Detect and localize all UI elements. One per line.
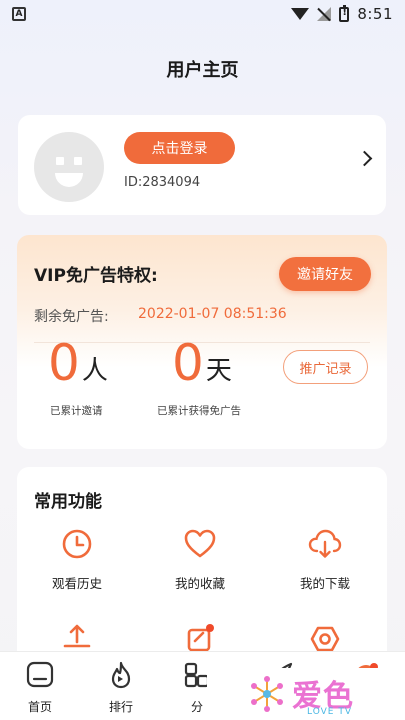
avatar-eye-left <box>56 157 64 165</box>
watermark-subtext: LOVE TV <box>307 707 352 717</box>
avatar-eye-right <box>74 157 82 165</box>
app-notification-icon: A <box>12 7 26 21</box>
flame-icon <box>111 661 131 689</box>
clock-icon <box>62 529 92 559</box>
avatar-mouth <box>55 173 83 187</box>
status-time: 8:51 <box>357 5 393 23</box>
section-title: 常用功能 <box>34 492 102 512</box>
user-id: ID:2834094 <box>124 175 201 190</box>
invited-label: 已累计邀请 <box>50 405 103 417</box>
snowflake-logo-icon <box>251 676 283 712</box>
watch-history-label: 观看历史 <box>51 576 102 591</box>
no-signal-icon <box>317 7 332 21</box>
vip-title: VIP免广告特权: <box>34 266 158 286</box>
avatar[interactable] <box>34 132 104 202</box>
invited-stat: 0 人 <box>48 333 108 393</box>
ad-free-remaining-label: 剩余免广告: <box>34 309 109 325</box>
login-button[interactable]: 点击登录 <box>124 132 235 164</box>
ad-free-remaining-value: 2022-01-07 08:51:36 <box>138 306 287 322</box>
cloud-download-icon <box>308 529 342 558</box>
watch-history-item[interactable]: 观看历史 <box>27 527 127 592</box>
my-favorites-item[interactable]: 我的收藏 <box>150 527 250 592</box>
page-title: 用户主页 <box>166 60 239 81</box>
watermark: 爱色 LOVE TV <box>207 668 405 720</box>
ad-free-days-unit: 天 <box>205 356 232 386</box>
tab-ranking[interactable]: 排行 <box>96 660 146 715</box>
wifi-icon <box>291 8 310 20</box>
invited-unit: 人 <box>81 356 108 386</box>
invited-count: 0 <box>48 334 80 392</box>
ad-free-days-stat: 0 天 <box>172 333 232 393</box>
ad-free-days-count: 0 <box>172 334 204 392</box>
chevron-right-icon[interactable] <box>356 150 373 167</box>
my-favorites-label: 我的收藏 <box>174 576 225 591</box>
promotion-records-button[interactable]: 推广记录 <box>283 350 368 384</box>
status-bar: A 8:51 <box>0 0 405 28</box>
my-downloads-label: 我的下载 <box>299 576 350 591</box>
heart-icon <box>184 529 216 558</box>
invite-friends-button[interactable]: 邀请好友 <box>279 257 371 291</box>
ad-free-days-label: 已累计获得免广告 <box>157 405 241 417</box>
home-icon <box>26 661 54 688</box>
vip-card: VIP免广告特权: 邀请好友 剩余免广告: 2022-01-07 08:51:3… <box>17 235 387 449</box>
tab-ranking-label: 排行 <box>108 700 133 714</box>
my-downloads-item[interactable]: 我的下载 <box>275 527 375 592</box>
tab-home[interactable]: 首页 <box>15 660 65 715</box>
common-functions-card: 常用功能 观看历史 我的收藏 我的下载 <box>17 467 387 667</box>
battery-icon <box>339 4 350 22</box>
tab-home-label: 首页 <box>27 700 52 714</box>
profile-card[interactable]: 点击登录 ID:2834094 <box>18 115 386 215</box>
